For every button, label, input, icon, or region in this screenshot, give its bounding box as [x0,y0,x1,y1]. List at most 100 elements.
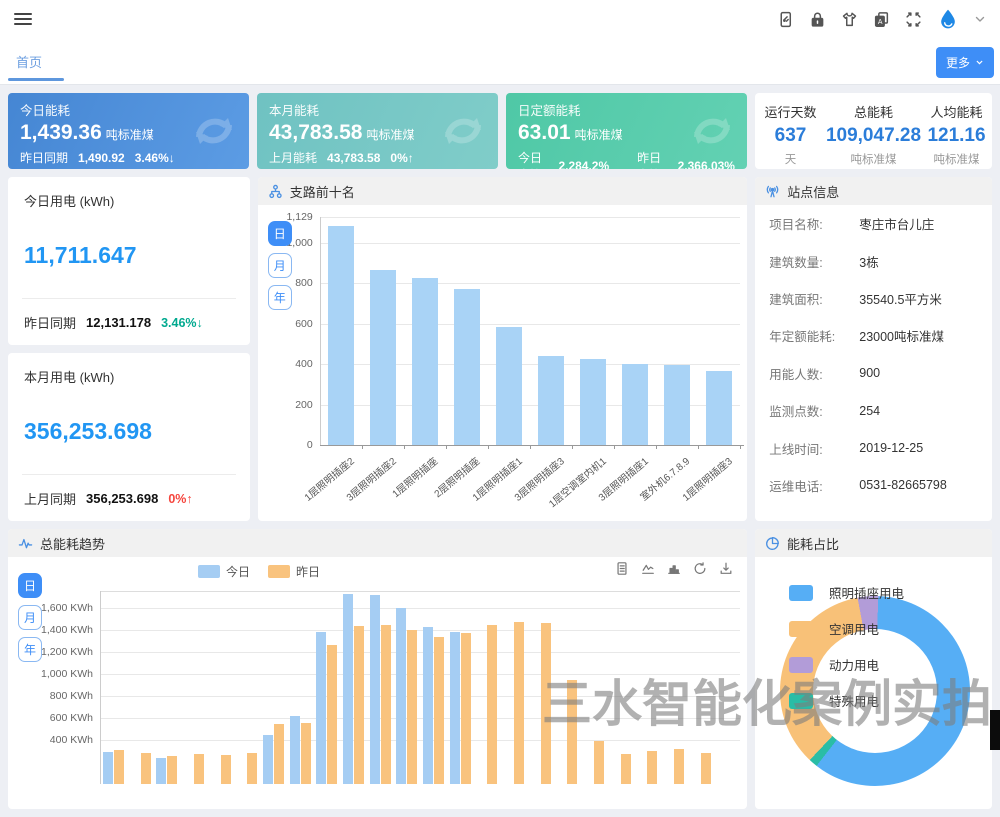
legend-item-yesterday[interactable]: 昨日 [268,563,320,580]
kpi-value: 43,783.58 [269,121,362,144]
legend-swatch [789,693,813,709]
more-button-label: 更多 [946,54,970,71]
y-axis-tick-label: 800 KWh [50,690,93,702]
site-value: 254 [859,404,880,418]
kpi-sub-value: 1,490.92 [78,151,125,165]
kpi-card-today-energy: 今日能耗 1,439.36吨标准煤 昨日同期 1,490.92 3.46%↓ [8,93,249,169]
divider [22,298,236,299]
legend-label: 特殊用电 [829,691,879,710]
bar [141,753,151,784]
kpi-sub-label2: 昨日占比: [637,149,667,169]
legend-item-power[interactable]: 动力用电 [789,655,992,674]
bar [541,623,551,784]
data-view-icon[interactable] [615,561,629,576]
bar [103,752,113,784]
bar [263,735,273,784]
lock-icon[interactable] [809,11,826,28]
tab-home[interactable]: 首页 [16,52,42,71]
legend-swatch [198,565,220,578]
bar [328,226,354,445]
stat-unit: 吨标准煤 [826,151,921,167]
line-chart-icon[interactable] [641,561,655,576]
gridline [100,608,740,609]
kpi-card-daily-quota: 日定额能耗 63.01吨标准煤 今日占比: 2,284.2% 昨日占比: 2,3… [506,93,747,169]
chevron-down-icon [975,58,984,67]
site-value: 0531-82665798 [859,478,947,492]
stat-value: 637 [755,125,826,147]
period-month-button[interactable]: 月 [268,253,292,278]
x-axis-tick [572,445,573,449]
branch-top10-panel: 支路前十名 日 月 年 1,1291,00080060040020001层照明插… [258,177,748,521]
compare-label: 上月同期 [24,489,76,508]
refresh-arrows-icon [436,104,490,158]
brand-drop-icon[interactable] [937,8,959,30]
more-button[interactable]: 更多 [936,47,994,78]
legend-item-lighting[interactable]: 照明插座用电 [789,583,992,602]
panel-title: 总能耗趋势 [40,534,105,553]
branch-icon [268,184,283,199]
period-year-button[interactable]: 年 [268,285,292,310]
usage-title: 今日用电 (kWh) [24,191,234,210]
y-axis-tick-label: 200 [295,399,313,411]
gridline [320,243,740,244]
legend-swatch [268,565,290,578]
chevron-down-icon[interactable] [974,13,986,25]
fullscreen-icon[interactable] [905,11,922,28]
bar [327,645,337,784]
y-axis-tick-label: 400 [295,358,313,370]
bar [664,365,690,445]
compare-label: 昨日同期 [24,313,76,332]
x-axis-tick [404,445,405,449]
bar [706,371,732,445]
bar [396,608,406,784]
branch-chart-plot: 1,1291,00080060040020001层照明插座23层照明插座21层照… [320,217,740,445]
kpi-sub-pct: 0%↑ [390,151,413,165]
kpi-unit: 吨标准煤 [106,128,154,142]
legend-item-hvac[interactable]: 空调用电 [789,619,992,638]
gridline [100,696,740,697]
period-day-button[interactable]: 日 [18,573,42,598]
device-repair-icon[interactable] [777,11,794,28]
stat-total-energy: 总能耗 109,047.28 吨标准煤 [826,93,921,169]
bar [538,356,564,445]
bar [594,741,604,784]
legend-item-today[interactable]: 今日 [198,563,250,580]
theme-skin-icon[interactable] [841,11,858,28]
divider [22,474,236,475]
copy-translate-icon[interactable]: A [873,11,890,28]
kpi-sub-label: 今日占比: [518,149,548,169]
kpi-sub-value: 2,284.2% [558,159,609,169]
compare-pct: 3.46%↓ [161,316,203,330]
bar [167,756,177,784]
site-value: 900 [859,366,880,380]
kpi-card-month-energy: 本月能耗 43,783.58吨标准煤 上月能耗 43,783.58 0%↑ [257,93,498,169]
legend-item-special[interactable]: 特殊用电 [789,691,992,710]
stat-unit: 天 [755,151,826,167]
bar-chart-icon[interactable] [667,561,681,576]
period-month-button[interactable]: 月 [18,605,42,630]
period-day-button[interactable]: 日 [268,221,292,246]
topbar: A [0,0,1000,38]
bar [567,680,577,784]
bar [343,594,353,784]
x-axis-tick [656,445,657,449]
menu-icon[interactable] [14,10,32,28]
site-label: 上线时间: [769,439,859,458]
svg-text:A: A [878,18,883,25]
bar [354,626,364,784]
gridline [100,718,740,719]
site-value: 3栋 [859,252,878,271]
legend-label: 今日 [226,563,250,580]
panel-header: 支路前十名 [258,177,748,205]
download-icon[interactable] [719,561,733,576]
bar [156,758,166,784]
y-axis-tick-label: 1,200 KWh [41,646,93,658]
bar [580,359,606,445]
legend-label: 动力用电 [829,655,879,674]
compare-value: 356,253.698 [86,491,158,506]
restore-icon[interactable] [693,561,707,576]
plot-top-border [100,591,740,592]
period-year-button[interactable]: 年 [18,637,42,662]
gridline [100,674,740,675]
refresh-arrows-icon [685,104,739,158]
